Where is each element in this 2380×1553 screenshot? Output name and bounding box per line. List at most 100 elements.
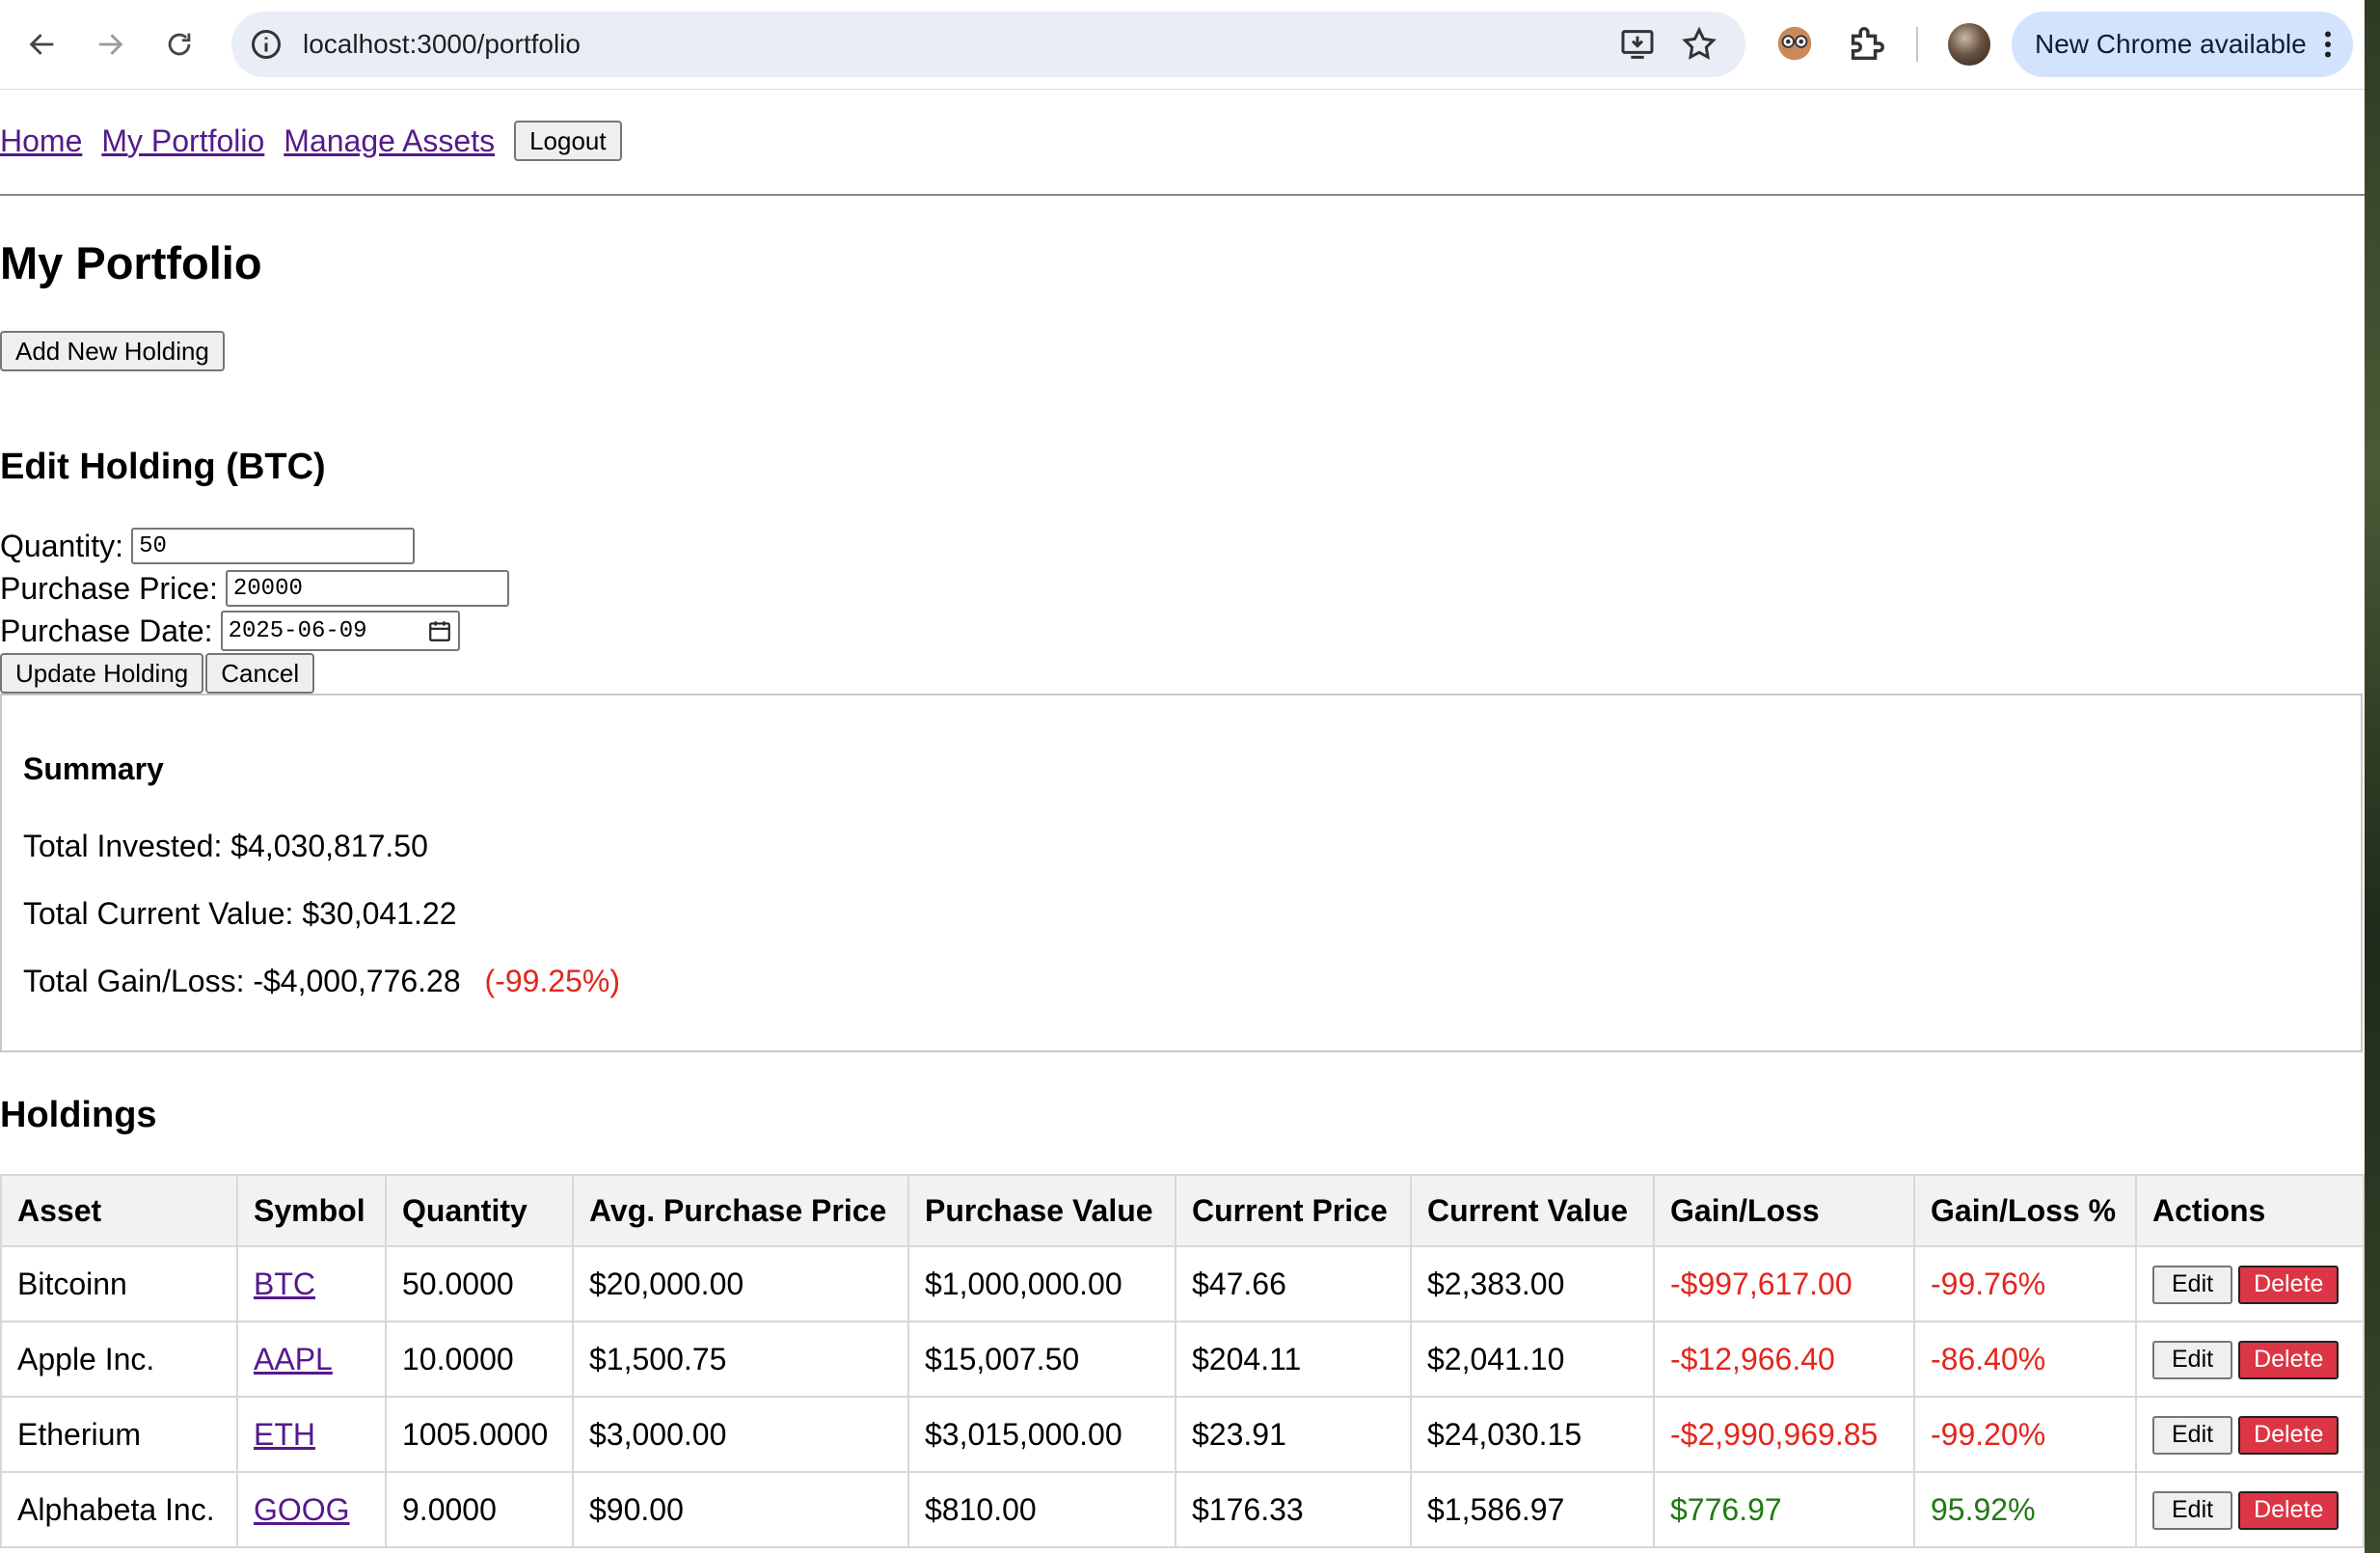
total-gain-loss: Total Gain/Loss: -$4,000,776.28 [23, 964, 461, 998]
asset-name: Etherium [0, 1396, 238, 1473]
delete-button[interactable]: Delete [2238, 1490, 2339, 1530]
back-button[interactable] [17, 19, 68, 69]
page-content: Home My Portfolio Manage Assets Logout M… [0, 90, 2365, 1553]
symbol-link[interactable]: GOOG [254, 1492, 350, 1527]
delete-button[interactable]: Delete [2238, 1265, 2339, 1304]
summary-title: Summary [23, 751, 164, 786]
reload-icon [168, 33, 191, 56]
reload-button[interactable] [154, 19, 204, 69]
edit-holding-title: Edit Holding (BTC) [0, 447, 326, 487]
install-app-icon[interactable] [1618, 25, 1657, 64]
main-nav: Home My Portfolio Manage Assets Logout [0, 121, 622, 161]
purchase-value-cell: $1,000,000.00 [907, 1245, 1176, 1322]
col-current-value: Current Value [1410, 1174, 1655, 1247]
desktop-background-strip [2365, 0, 2380, 1553]
delete-button[interactable]: Delete [2238, 1340, 2339, 1379]
edit-button[interactable]: Edit [2152, 1265, 2233, 1304]
symbol-link[interactable]: ETH [254, 1417, 315, 1452]
edit-button[interactable]: Edit [2152, 1415, 2233, 1455]
total-current-value: Total Current Value: $30,041.22 [23, 896, 457, 931]
gain-loss-percent-cell: -86.40% [1913, 1321, 2137, 1398]
total-gain-loss-percent: (-99.25%) [484, 964, 621, 998]
avg-price-cell: $90.00 [572, 1471, 909, 1548]
quantity-label: Quantity: [0, 528, 124, 563]
purchase-price-input[interactable] [225, 570, 509, 607]
gain-loss-cell: -$2,990,969.85 [1653, 1396, 1915, 1473]
col-quantity: Quantity [385, 1174, 574, 1247]
gain-loss-percent-cell: -99.20% [1913, 1396, 2137, 1473]
chrome-update-button[interactable]: New Chrome available [2012, 12, 2353, 77]
purchase-price-row: Purchase Price: [0, 568, 509, 609]
add-holding-button[interactable]: Add New Holding [0, 331, 225, 371]
page-title: My Portfolio [0, 237, 262, 288]
asset-name: Apple Inc. [0, 1321, 238, 1398]
quantity-cell: 10.0000 [385, 1321, 574, 1398]
logout-button[interactable]: Logout [514, 121, 622, 161]
current-price-cell: $176.33 [1175, 1471, 1412, 1548]
purchase-date-input[interactable]: 2025-06-09 [220, 611, 460, 651]
nav-manage-assets-link[interactable]: Manage Assets [284, 123, 495, 159]
address-bar[interactable]: localhost:3000/portfolio [231, 12, 1745, 77]
site-info-icon[interactable] [249, 27, 284, 62]
nav-portfolio-link[interactable]: My Portfolio [101, 123, 264, 159]
purchase-date-row: Purchase Date: 2025-06-09 [0, 611, 460, 651]
current-value-cell: $2,041.10 [1410, 1321, 1655, 1398]
gain-loss-percent-cell: 95.92% [1913, 1471, 2137, 1548]
extension-owl-icon[interactable] [1772, 21, 1817, 66]
purchase-value-cell: $3,015,000.00 [907, 1396, 1176, 1473]
delete-button[interactable]: Delete [2238, 1415, 2339, 1455]
purchase-value-cell: $15,007.50 [907, 1321, 1176, 1398]
gain-loss-cell: $776.97 [1653, 1471, 1915, 1548]
table-row: Etherium ETH 1005.0000 $3,000.00 $3,015,… [0, 1396, 2365, 1473]
extensions-puzzle-icon[interactable] [1844, 21, 1888, 66]
cancel-button[interactable]: Cancel [205, 653, 315, 694]
total-gain-loss-line: Total Gain/Loss: -$4,000,776.28 (-99.25%… [23, 962, 620, 1000]
profile-avatar[interactable] [1948, 23, 1990, 66]
bookmark-star-icon[interactable] [1680, 25, 1718, 64]
nav-divider [0, 194, 2365, 196]
avg-price-cell: $20,000.00 [572, 1245, 909, 1322]
forward-button[interactable] [85, 19, 135, 69]
gain-loss-percent-cell: -99.76% [1913, 1245, 2137, 1322]
purchase-date-label: Purchase Date: [0, 613, 213, 648]
quantity-cell: 1005.0000 [385, 1396, 574, 1473]
browser-toolbar: localhost:3000/portfolio New Chrome avai… [0, 0, 2365, 90]
quantity-cell: 9.0000 [385, 1471, 574, 1548]
actions-cell: Edit Delete [2135, 1245, 2365, 1322]
col-symbol: Symbol [236, 1174, 387, 1247]
current-price-cell: $204.11 [1175, 1321, 1412, 1398]
calendar-icon[interactable] [427, 618, 452, 643]
col-current-price: Current Price [1175, 1174, 1412, 1247]
current-value-cell: $24,030.15 [1410, 1396, 1655, 1473]
symbol-link[interactable]: BTC [254, 1267, 315, 1301]
toolbar-separator [1916, 27, 1918, 62]
address-bar-url[interactable]: localhost:3000/portfolio [303, 27, 581, 62]
edit-button[interactable]: Edit [2152, 1490, 2233, 1530]
quantity-cell: 50.0000 [385, 1245, 574, 1322]
total-invested: Total Invested: $4,030,817.50 [23, 829, 428, 863]
purchase-price-label: Purchase Price: [0, 570, 218, 606]
holdings-header-row: Asset Symbol Quantity Avg. Purchase Pric… [0, 1174, 2365, 1247]
col-gain-loss-percent: Gain/Loss % [1913, 1174, 2137, 1247]
actions-cell: Edit Delete [2135, 1321, 2365, 1398]
table-row: Apple Inc. AAPL 10.0000 $1,500.75 $15,00… [0, 1321, 2365, 1398]
avg-price-cell: $3,000.00 [572, 1396, 909, 1473]
asset-name: Alphabeta Inc. [0, 1471, 238, 1548]
holdings-table: Asset Symbol Quantity Avg. Purchase Pric… [0, 1174, 2365, 1548]
purchase-value-cell: $810.00 [907, 1471, 1176, 1548]
update-holding-button[interactable]: Update Holding [0, 653, 204, 694]
edit-button[interactable]: Edit [2152, 1340, 2233, 1379]
quantity-input[interactable] [131, 528, 416, 564]
more-menu-icon[interactable] [2316, 27, 2339, 62]
current-price-cell: $47.66 [1175, 1245, 1412, 1322]
asset-name: Bitcoinn [0, 1245, 238, 1322]
back-arrow-icon [29, 34, 54, 55]
purchase-date-value: 2025-06-09 [228, 617, 367, 644]
avg-price-cell: $1,500.75 [572, 1321, 909, 1398]
current-price-cell: $23.91 [1175, 1396, 1412, 1473]
nav-home-link[interactable]: Home [0, 123, 82, 159]
symbol-link[interactable]: AAPL [254, 1342, 333, 1376]
forward-arrow-icon [98, 34, 123, 55]
quantity-row: Quantity: [0, 526, 416, 566]
holdings-title: Holdings [0, 1095, 157, 1135]
